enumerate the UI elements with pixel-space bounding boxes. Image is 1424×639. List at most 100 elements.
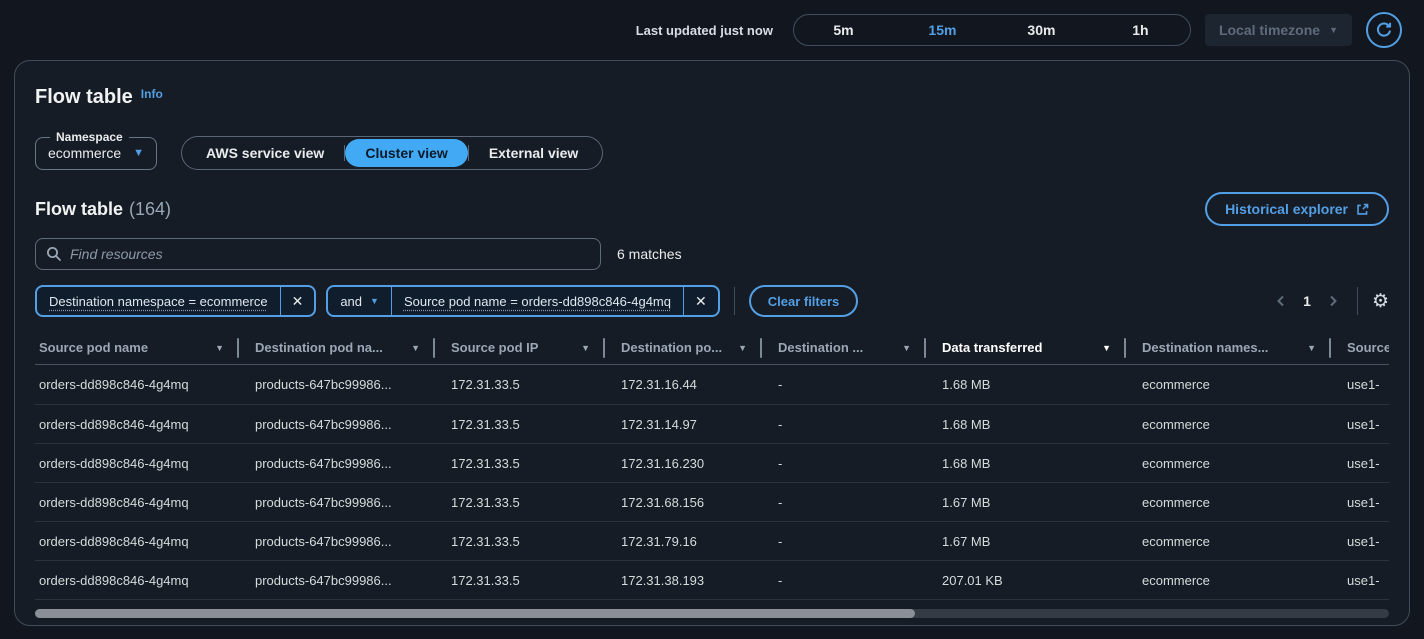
table-cell: ecommerce <box>1126 417 1331 432</box>
table-cell: 172.31.33.5 <box>435 534 605 549</box>
flow-table-panel: Flow table Info Namespace ecommerce ▼ AW… <box>14 60 1410 626</box>
time-range-15m[interactable]: 15m <box>893 15 992 45</box>
table-cell: ecommerce <box>1126 573 1331 588</box>
filter-icon[interactable]: ▼ <box>215 343 237 353</box>
timezone-select[interactable]: Local timezone ▼ <box>1205 14 1352 46</box>
search-row: 6 matches <box>35 238 1389 270</box>
filter-token-text[interactable]: Destination namespace = ecommerce <box>37 294 280 309</box>
table-row: orders-dd898c846-4g4mqproducts-647bc9998… <box>35 482 1389 521</box>
filter-token-text[interactable]: Source pod name = orders-dd898c846-4g4mq <box>392 294 683 309</box>
namespace-value: ecommerce <box>48 145 121 161</box>
horizontal-scrollbar-thumb[interactable] <box>35 609 915 618</box>
time-range-5m[interactable]: 5m <box>794 15 893 45</box>
namespace-label: Namespace <box>50 130 129 144</box>
column-header-label: Destination po... <box>621 340 722 355</box>
refresh-icon <box>1375 21 1393 39</box>
historical-explorer-label: Historical explorer <box>1225 201 1348 217</box>
historical-explorer-button[interactable]: Historical explorer <box>1205 192 1389 226</box>
table-cell: 172.31.16.44 <box>605 377 762 392</box>
tab-aws-service-view[interactable]: AWS service view <box>186 139 344 167</box>
table-cell: orders-dd898c846-4g4mq <box>35 456 239 471</box>
chevron-down-icon: ▼ <box>133 147 144 159</box>
top-toolbar: Last updated just now 5m 15m 30m 1h Loca… <box>0 0 1424 60</box>
table-cell: 172.31.33.5 <box>435 417 605 432</box>
external-link-icon <box>1356 203 1369 216</box>
column-header[interactable]: Destination po... ▼ <box>605 338 762 358</box>
refresh-button[interactable] <box>1366 12 1402 48</box>
column-header-label: Data transferred <box>942 340 1042 355</box>
chevron-right-icon <box>1325 293 1341 309</box>
filter-icon[interactable]: ▼ <box>581 343 603 353</box>
table-row: orders-dd898c846-4g4mqproducts-647bc9998… <box>35 443 1389 482</box>
filter-icon[interactable]: ▼ <box>902 343 924 353</box>
namespace-select[interactable]: Namespace ecommerce ▼ <box>35 130 157 170</box>
column-header[interactable]: Source pod IP ▼ <box>435 338 605 358</box>
column-header-label: Destination ... <box>778 340 863 355</box>
table-cell: - <box>762 417 926 432</box>
filter-icon[interactable]: ▼ <box>1307 343 1329 353</box>
table-cell: products-647bc99986... <box>239 495 435 510</box>
horizontal-scrollbar-track[interactable] <box>35 609 1389 618</box>
column-header-label: Source pod name <box>39 340 148 355</box>
table-cell: use1- <box>1331 495 1389 510</box>
table-cell: 172.31.79.16 <box>605 534 762 549</box>
previous-page-button[interactable] <box>1271 291 1291 311</box>
filter-row: Destination namespace = ecommerce ✕ and … <box>35 285 1389 317</box>
table-cell: orders-dd898c846-4g4mq <box>35 377 239 392</box>
flow-table: Source pod name▼Destination pod na...▼So… <box>35 331 1389 600</box>
table-cell: - <box>762 456 926 471</box>
view-toggle: AWS service view Cluster view External v… <box>181 136 603 170</box>
table-cell: products-647bc99986... <box>239 573 435 588</box>
table-cell: orders-dd898c846-4g4mq <box>35 495 239 510</box>
table-cell: - <box>762 495 926 510</box>
controls-row: Namespace ecommerce ▼ AWS service view C… <box>35 130 1389 170</box>
table-preferences-button[interactable]: ⚙ <box>1372 292 1389 311</box>
column-header[interactable]: Destination pod na...▼ <box>239 338 435 358</box>
table-cell: 1.68 MB <box>926 417 1126 432</box>
column-header[interactable]: Destination ... ▼ <box>762 338 926 358</box>
table-cell: 1.68 MB <box>926 377 1126 392</box>
table-cell: orders-dd898c846-4g4mq <box>35 534 239 549</box>
vertical-divider <box>734 287 735 315</box>
table-cell: 172.31.16.230 <box>605 456 762 471</box>
sort-icon[interactable]: ▼ <box>1102 343 1124 353</box>
table-cell: orders-dd898c846-4g4mq <box>35 573 239 588</box>
table-cell: products-647bc99986... <box>239 534 435 549</box>
table-cell: use1- <box>1331 573 1389 588</box>
time-range-control: 5m 15m 30m 1h <box>793 14 1191 46</box>
next-page-button[interactable] <box>1323 291 1343 311</box>
filter-operator[interactable]: and ▼ <box>328 294 391 309</box>
column-header[interactable]: Data transferred ▼ <box>926 338 1126 358</box>
column-header[interactable]: Source▼ <box>1331 340 1389 355</box>
pagination: 1 ⚙ <box>1271 287 1389 315</box>
column-header[interactable]: Destination names... ▼ <box>1126 338 1331 358</box>
dismiss-filter-icon[interactable]: ✕ <box>281 287 315 315</box>
flow-table-body: orders-dd898c846-4g4mqproducts-647bc9998… <box>35 365 1389 600</box>
panel-title-row: Flow table Info <box>35 85 1389 109</box>
table-cell: use1- <box>1331 456 1389 471</box>
filter-icon[interactable]: ▼ <box>738 343 760 353</box>
column-header[interactable]: Source pod name ▼ <box>35 338 239 358</box>
table-cell: - <box>762 573 926 588</box>
search-input[interactable] <box>70 246 590 262</box>
info-link[interactable]: Info <box>141 87 163 101</box>
last-updated-text: Last updated just now <box>636 23 773 38</box>
page-title: Flow table <box>35 85 133 109</box>
filter-token: Destination namespace = ecommerce ✕ <box>35 285 316 317</box>
dismiss-filter-icon[interactable]: ✕ <box>684 287 718 315</box>
gear-icon: ⚙ <box>1372 291 1389 312</box>
column-header-label: Source pod IP <box>451 340 538 355</box>
tab-cluster-view[interactable]: Cluster view <box>345 139 467 167</box>
table-title: Flow table <box>35 199 123 219</box>
tab-external-view[interactable]: External view <box>469 139 599 167</box>
search-icon <box>46 246 62 262</box>
filter-icon[interactable]: ▼ <box>411 343 433 353</box>
column-header-label: Destination names... <box>1142 340 1268 355</box>
table-row: orders-dd898c846-4g4mqproducts-647bc9998… <box>35 560 1389 599</box>
table-row: orders-dd898c846-4g4mqproducts-647bc9998… <box>35 365 1389 404</box>
chevron-left-icon <box>1273 293 1289 309</box>
clear-filters-button[interactable]: Clear filters <box>749 285 859 317</box>
match-count: 6 matches <box>617 246 682 262</box>
time-range-30m[interactable]: 30m <box>992 15 1091 45</box>
time-range-1h[interactable]: 1h <box>1091 15 1190 45</box>
